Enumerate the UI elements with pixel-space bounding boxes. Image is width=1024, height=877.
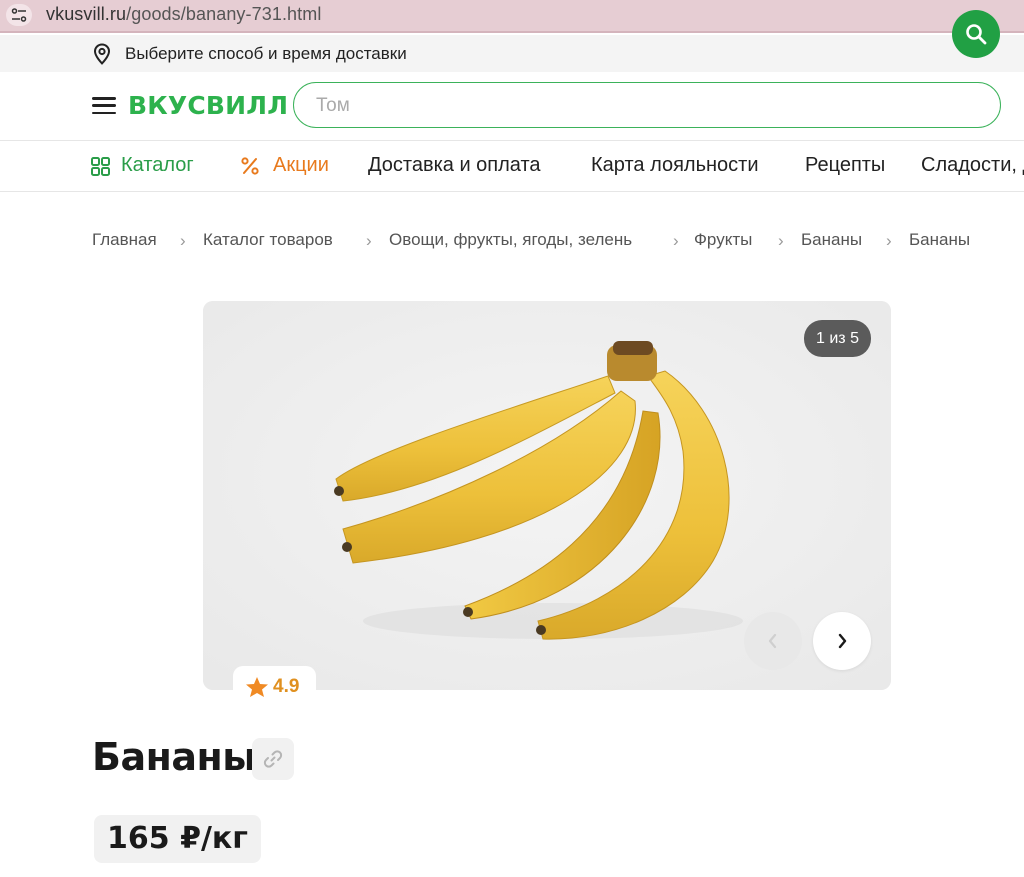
percent-icon — [241, 157, 259, 175]
url-path: /goods/banany-731.html — [126, 4, 322, 24]
nav-item-promo[interactable]: Акции — [273, 154, 329, 177]
breadcrumb-item-fruits[interactable]: Фрукты — [694, 230, 752, 250]
url-host: vkusvill.ru — [46, 4, 127, 24]
grid-icon — [91, 157, 110, 176]
main-nav: Каталог Акции Доставка и оплата Карта ло… — [0, 141, 1024, 192]
delivery-bar[interactable]: Выберите способ и время доставки — [0, 35, 1024, 72]
link-icon — [263, 750, 283, 768]
nav-item-loyalty[interactable]: Карта лояльности — [591, 154, 759, 177]
hamburger-menu-icon[interactable] — [92, 97, 116, 115]
breadcrumb-item-produce[interactable]: Овощи, фрукты, ягоды, зелень — [389, 230, 632, 250]
rating-value: 4.9 — [273, 676, 300, 697]
browser-url-bar: vkusvill.ru/goods/banany-731.html — [0, 0, 1024, 33]
gallery-prev-button[interactable] — [744, 612, 802, 670]
site-header: ВКУСВИЛЛ — [0, 72, 1024, 141]
gallery-counter: 1 из 5 — [804, 320, 871, 357]
logo[interactable]: ВКУСВИЛЛ — [128, 91, 288, 120]
rating-badge[interactable]: 4.9 — [233, 666, 316, 708]
search-button[interactable] — [952, 10, 1000, 58]
breadcrumb-item-home[interactable]: Главная — [92, 230, 157, 250]
site-settings-icon[interactable] — [6, 4, 32, 26]
nav-item-delivery[interactable]: Доставка и оплата — [368, 154, 541, 177]
nav-item-recipes[interactable]: Рецепты — [805, 154, 885, 177]
chevron-right-icon: › — [886, 231, 892, 250]
gallery-next-button[interactable] — [813, 612, 871, 670]
address-bar[interactable]: vkusvill.ru/goods/banany-731.html — [46, 4, 321, 25]
breadcrumb-item-bananas[interactable]: Бананы — [801, 230, 862, 250]
product-price: 165 ₽/кг — [94, 815, 261, 863]
nav-item-sweets[interactable]: Сладости, д — [921, 154, 1024, 177]
chevron-right-icon — [838, 633, 847, 649]
product-title: Бананы — [92, 735, 257, 779]
breadcrumb-item-current: Бананы — [909, 230, 971, 249]
search-box[interactable] — [293, 82, 1001, 128]
location-pin-icon — [93, 43, 111, 65]
chevron-left-icon — [768, 633, 777, 649]
star-icon — [246, 677, 268, 697]
chevron-right-icon: › — [180, 231, 186, 250]
chevron-right-icon: › — [778, 231, 784, 250]
search-icon — [966, 24, 987, 45]
chevron-right-icon: › — [673, 231, 679, 250]
copy-link-button[interactable] — [252, 738, 294, 780]
delivery-text: Выберите способ и время доставки — [125, 44, 407, 63]
search-input[interactable] — [314, 93, 918, 119]
chevron-right-icon: › — [366, 231, 372, 250]
breadcrumb-item-catalog[interactable]: Каталог товаров — [203, 230, 333, 250]
nav-item-catalog[interactable]: Каталог — [121, 154, 194, 177]
